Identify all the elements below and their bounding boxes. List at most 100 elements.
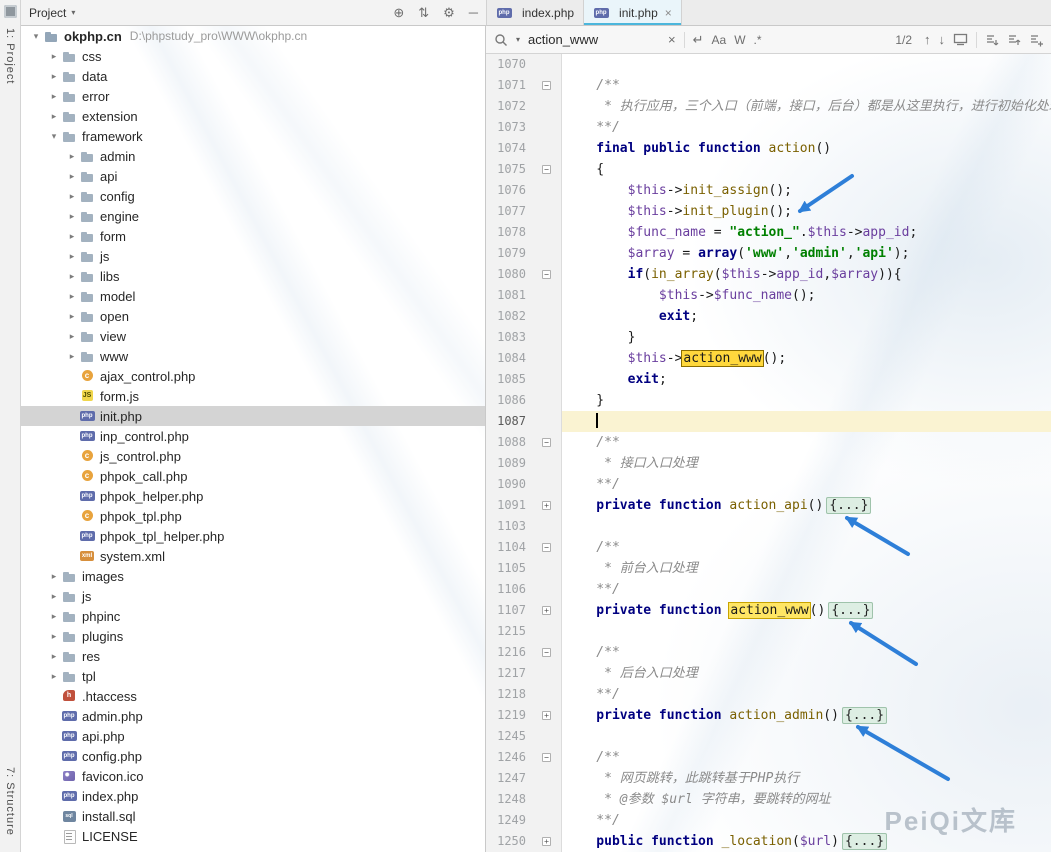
tree-item-favicon.ico[interactable]: favicon.ico [21, 766, 485, 786]
close-icon[interactable]: × [665, 6, 672, 20]
tab-index-php[interactable]: php index.php [487, 0, 584, 25]
next-occurrence-icon[interactable]: ↓ [939, 32, 946, 47]
line-number[interactable]: 1105 [486, 558, 532, 579]
code-line-1077[interactable]: 1077 $this->init_plugin(); [486, 201, 1051, 222]
code-editor[interactable]: 10701071− /**1072 * 执行应用，三个入口（前端，接口，后台）都… [486, 54, 1051, 852]
code-line-1218[interactable]: 1218 **/ [486, 684, 1051, 705]
regex-toggle[interactable]: .* [754, 33, 762, 47]
line-number[interactable]: 1246 [486, 747, 532, 768]
tree-item-view[interactable]: ▸view [21, 326, 485, 346]
line-number[interactable]: 1104 [486, 537, 532, 558]
gear-icon[interactable]: ⚙ [443, 5, 455, 21]
line-number[interactable]: 1106 [486, 579, 532, 600]
chevron-right-icon[interactable]: ▸ [47, 591, 61, 602]
chevron-right-icon[interactable]: ▸ [47, 611, 61, 622]
code-line-1105[interactable]: 1105 * 前台入口处理 [486, 558, 1051, 579]
tree-item-images[interactable]: ▸images [21, 566, 485, 586]
tree-item-framework[interactable]: ▾framework [21, 126, 485, 146]
chevron-down-icon[interactable]: ▾ [71, 8, 75, 17]
fold-open-icon[interactable]: − [532, 747, 562, 768]
code-line-1085[interactable]: 1085 exit; [486, 369, 1051, 390]
code-line-1074[interactable]: 1074 final public function action() [486, 138, 1051, 159]
fold-open-icon[interactable]: − [532, 75, 562, 96]
chevron-right-icon[interactable]: ▸ [47, 571, 61, 582]
code-text[interactable]: * 前台入口处理 [562, 558, 1051, 579]
chevron-down-icon[interactable]: ▾ [47, 131, 61, 142]
tree-item-plugins[interactable]: ▸plugins [21, 626, 485, 646]
code-text[interactable]: $func_name = "action_".$this->app_id; [562, 222, 1051, 243]
line-number[interactable]: 1077 [486, 201, 532, 222]
code-text[interactable]: /** [562, 432, 1051, 453]
chevron-right-icon[interactable]: ▸ [65, 151, 79, 162]
code-line-1082[interactable]: 1082 exit; [486, 306, 1051, 327]
code-line-1079[interactable]: 1079 $array = array('www','admin','api')… [486, 243, 1051, 264]
code-line-1072[interactable]: 1072 * 执行应用，三个入口（前端，接口，后台）都是从这里执行，进行初始化处… [486, 96, 1051, 117]
code-line-1080[interactable]: 1080− if(in_array($this->app_id,$array))… [486, 264, 1051, 285]
chevron-right-icon[interactable]: ▸ [47, 671, 61, 682]
tool-window-button-structure[interactable]: 7: Structure [4, 767, 16, 836]
line-number[interactable]: 1087 [486, 411, 532, 432]
code-text[interactable]: final public function action() [562, 138, 1051, 159]
search-icon[interactable] [494, 33, 508, 47]
code-line-1103[interactable]: 1103 [486, 516, 1051, 537]
line-number[interactable]: 1074 [486, 138, 532, 159]
code-line-1084[interactable]: 1084 $this->action_www(); [486, 348, 1051, 369]
previous-occurrence-icon[interactable]: ↑ [924, 32, 931, 47]
code-line-1090[interactable]: 1090 **/ [486, 474, 1051, 495]
code-text[interactable]: * @参数 $url 字符串，要跳转的网址 [562, 789, 1051, 810]
line-number[interactable]: 1103 [486, 516, 532, 537]
tree-item-css[interactable]: ▸css [21, 46, 485, 66]
code-line-1247[interactable]: 1247 * 网页跳转，此跳转基于PHP执行 [486, 768, 1051, 789]
view-options-icon[interactable]: ⇅ [418, 5, 429, 21]
tree-item-error[interactable]: ▸error [21, 86, 485, 106]
clear-search-icon[interactable]: × [668, 32, 676, 47]
line-number[interactable]: 1217 [486, 663, 532, 684]
line-number[interactable]: 1107 [486, 600, 532, 621]
line-number[interactable]: 1072 [486, 96, 532, 117]
code-text[interactable]: private function action_api(){...} [562, 495, 1051, 516]
code-text[interactable]: * 接口入口处理 [562, 453, 1051, 474]
fold-closed-icon[interactable]: + [532, 831, 562, 852]
line-number[interactable]: 1249 [486, 810, 532, 831]
code-text[interactable]: $this->init_assign(); [562, 180, 1051, 201]
tree-item-init.php[interactable]: phpinit.php [21, 406, 485, 426]
remove-occurrence-icon[interactable] [1007, 33, 1021, 47]
tree-item-js[interactable]: ▸js [21, 586, 485, 606]
line-number[interactable]: 1080 [486, 264, 532, 285]
chevron-right-icon[interactable]: ▸ [65, 231, 79, 242]
line-number[interactable]: 1071 [486, 75, 532, 96]
line-number[interactable]: 1088 [486, 432, 532, 453]
line-number[interactable]: 1073 [486, 117, 532, 138]
code-text[interactable]: } [562, 390, 1051, 411]
code-line-1081[interactable]: 1081 $this->$func_name(); [486, 285, 1051, 306]
tree-item-extension[interactable]: ▸extension [21, 106, 485, 126]
code-text[interactable]: private function action_www(){...} [562, 600, 1051, 621]
tree-item-phpinc[interactable]: ▸phpinc [21, 606, 485, 626]
code-line-1075[interactable]: 1075− { [486, 159, 1051, 180]
code-text[interactable]: **/ [562, 474, 1051, 495]
line-number[interactable]: 1248 [486, 789, 532, 810]
chevron-right-icon[interactable]: ▸ [65, 271, 79, 282]
fold-open-icon[interactable]: − [532, 642, 562, 663]
tree-item-phpok-tpl-helper.php[interactable]: phpphpok_tpl_helper.php [21, 526, 485, 546]
tree-item-okphp.cn[interactable]: ▾okphp.cnD:\phpstudy_pro\WWW\okphp.cn [21, 26, 485, 46]
code-text[interactable] [562, 516, 1051, 537]
code-text[interactable]: exit; [562, 306, 1051, 327]
code-text[interactable]: } [562, 327, 1051, 348]
code-line-1076[interactable]: 1076 $this->init_assign(); [486, 180, 1051, 201]
code-line-1088[interactable]: 1088− /** [486, 432, 1051, 453]
line-number[interactable]: 1079 [486, 243, 532, 264]
hide-tool-window-icon[interactable]: ─ [469, 5, 478, 20]
chevron-right-icon[interactable]: ▸ [65, 331, 79, 342]
code-text[interactable]: { [562, 159, 1051, 180]
code-line-1250[interactable]: 1250+ public function _location($url){..… [486, 831, 1051, 852]
code-line-1107[interactable]: 1107+ private function action_www(){...} [486, 600, 1051, 621]
code-text[interactable]: **/ [562, 684, 1051, 705]
locate-file-icon[interactable]: ⊕ [393, 5, 404, 21]
chevron-right-icon[interactable]: ▸ [47, 71, 61, 82]
code-line-1217[interactable]: 1217 * 后台入口处理 [486, 663, 1051, 684]
code-line-1089[interactable]: 1089 * 接口入口处理 [486, 453, 1051, 474]
line-number[interactable]: 1075 [486, 159, 532, 180]
tree-item-install.sql[interactable]: sqlinstall.sql [21, 806, 485, 826]
code-line-1083[interactable]: 1083 } [486, 327, 1051, 348]
